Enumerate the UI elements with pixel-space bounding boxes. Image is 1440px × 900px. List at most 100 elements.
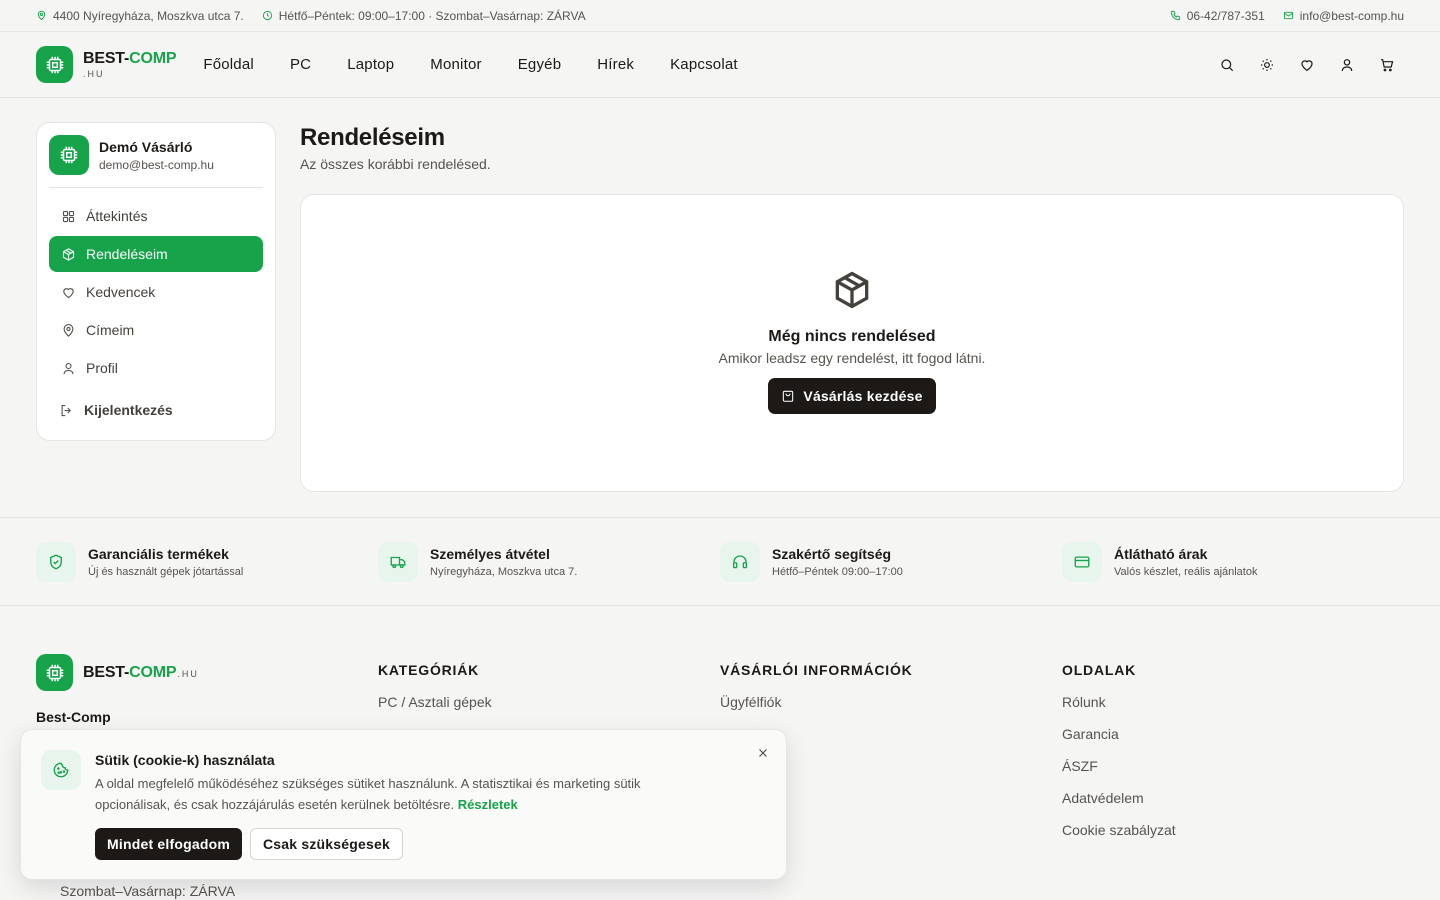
feature-pickup: Személyes átvétel Nyíregyháza, Moszkva ut… [378,541,720,582]
features-strip: Garanciális termékek Új és használt gépek… [0,517,1440,606]
user-icon [1339,57,1355,73]
footer-hours-text: Szombat–Vasárnap: ZÁRVA [60,883,236,899]
page-subtitle: Az összes korábbi rendelésed. [300,156,491,172]
shopping-bag-icon [781,389,795,403]
feature-title: Átlátható árak [1114,545,1208,562]
nav-item-kapcsolat[interactable]: Kapcsolat [652,56,756,73]
feature-subtitle: Új és használt gépek jótartással [88,565,244,578]
hours-text: Hétfő–Péntek: 09:00–17:00 · Szombat–Vasá… [278,8,586,23]
sidebar-item-label: Áttekintés [86,208,148,224]
chip-icon [58,144,80,166]
user-icon [61,361,76,376]
phone-link[interactable]: 06-42/787-351 [1170,9,1265,23]
site-logo[interactable]: BEST-COMP .HU [36,46,177,83]
cookie-title: Sütik (cookie-k) használata [95,752,275,768]
footer-logo[interactable]: BEST-COMP.HU [36,654,378,691]
feature-support: Szakértő segítség Hétfő–Péntek 09:00–17:0… [720,541,1062,582]
footer-link[interactable]: Cookie szabályzat [1062,822,1404,854]
heart-icon [61,285,76,300]
account-button[interactable] [1330,48,1364,82]
logo-tld: .HU [83,68,105,79]
heart-icon [1299,57,1315,73]
page-title: Rendeléseim [300,124,445,151]
close-icon [757,747,769,759]
account-area: Demó Vásárló demo@best-comp.hu Áttekinté… [0,98,1440,517]
cookie-icon [41,750,81,790]
footer-link[interactable]: PC / Asztali gépek [378,694,720,726]
logout-button[interactable]: Kijelentkezés [49,392,263,428]
headphones-icon [720,541,760,582]
sidebar-item-orders[interactable]: Rendeléseim [49,236,263,272]
cart-icon [1379,57,1395,73]
empty-state-title: Még nincs rendelésed [768,328,936,345]
footer-brand-name: Best-Comp [36,709,111,725]
email-link[interactable]: info@best-comp.hu [1283,9,1404,23]
cookie-text: A oldal megfelelő működéséhez szükséges … [95,776,641,812]
clock-icon [262,10,273,21]
nav-item-pc[interactable]: PC [272,56,329,73]
account-sidebar: Demó Vásárló demo@best-comp.hu Áttekinté… [36,122,276,441]
start-shopping-button[interactable]: Vásárlás kezdése [768,378,936,414]
footer-link[interactable]: Adatvédelem [1062,790,1404,822]
logout-icon [59,403,74,418]
necessary-cookies-button[interactable]: Csak szükségesek [249,828,403,860]
cookie-banner: Sütik (cookie-k) használata A oldal megf… [20,729,787,880]
address-text: 4400 Nyíregyháza, Moszkva utca 7. [53,8,244,23]
user-card: Demó Vásárló demo@best-comp.hu [49,135,263,188]
feature-subtitle: Nyíregyháza, Moszkva utca 7. [430,565,578,578]
nav-item-fooldal[interactable]: Főoldal [203,56,272,73]
chip-icon [36,654,73,691]
main-nav: Főoldal PC Laptop Monitor Egyéb Hírek Ka… [203,56,755,73]
nav-item-monitor[interactable]: Monitor [412,56,499,73]
header-actions [1210,48,1404,82]
sidebar-item-label: Rendeléseim [86,246,168,262]
feature-title: Személyes átvétel [430,545,550,562]
feature-subtitle: Valós készlet, reális ajánlatok [1114,565,1258,578]
truck-icon [378,541,418,582]
cookie-close-button[interactable] [754,744,772,762]
user-email: demo@best-comp.hu [99,157,214,172]
nav-item-laptop[interactable]: Laptop [329,56,412,73]
map-pin-icon [36,10,47,21]
top-info-bar: 4400 Nyíregyháza, Moszkva utca 7. Hétfő–… [0,0,1440,32]
search-button[interactable] [1210,48,1244,82]
cookie-details-link[interactable]: Részletek [458,797,518,812]
favorites-button[interactable] [1290,48,1324,82]
main-header: BEST-COMP .HU Főoldal PC Laptop Monitor … [0,32,1440,98]
shield-check-icon [36,541,76,582]
nav-item-egyeb[interactable]: Egyéb [500,56,580,73]
sun-icon [1259,57,1275,73]
footer-link[interactable]: Garancia [1062,726,1404,758]
nav-item-hirek[interactable]: Hírek [579,56,652,73]
sidebar-item-label: Címeim [86,322,135,338]
footer-link[interactable]: Ügyfélfiók [720,694,1062,726]
sidebar-item-profile[interactable]: Profil [49,350,263,386]
grid-icon [61,209,76,224]
footer-wordmark: BEST-COMP.HU [83,663,199,681]
feature-title: Szakértő segítség [772,545,892,562]
theme-toggle-button[interactable] [1250,48,1284,82]
orders-content: Rendeléseim Az összes korábbi rendelésed… [300,122,1404,517]
feature-pricing: Átlátható árak Valós készlet, reális aján… [1062,541,1404,582]
start-shopping-label: Vásárlás kezdése [803,388,923,404]
sidebar-item-overview[interactable]: Áttekintés [49,198,263,234]
accept-all-cookies-button[interactable]: Mindet elfogadom [95,828,242,860]
box-icon [830,268,874,312]
footer-link[interactable]: Rólunk [1062,694,1404,726]
map-pin-icon [61,323,76,338]
logo-wordmark: BEST-COMP [83,49,177,67]
empty-orders-card: Még nincs rendelésed Amikor leadsz egy r… [300,194,1404,492]
cookie-actions: Mindet elfogadom Csak szükségesek [95,828,695,860]
search-icon [1219,57,1235,73]
footer-heading: VÁSÁRLÓI INFORMÁCIÓK [720,662,913,678]
sidebar-item-label: Profil [86,360,118,376]
logout-label: Kijelentkezés [84,402,173,418]
footer-heading: KATEGÓRIÁK [378,662,480,678]
address-info: 4400 Nyíregyháza, Moszkva utca 7. [36,9,244,23]
footer-link[interactable]: ÁSZF [1062,758,1404,790]
sidebar-item-addresses[interactable]: Címeim [49,312,263,348]
sidebar-item-favorites[interactable]: Kedvencek [49,274,263,310]
avatar [49,135,89,175]
phone-icon [1170,10,1181,21]
cart-button[interactable] [1370,48,1404,82]
